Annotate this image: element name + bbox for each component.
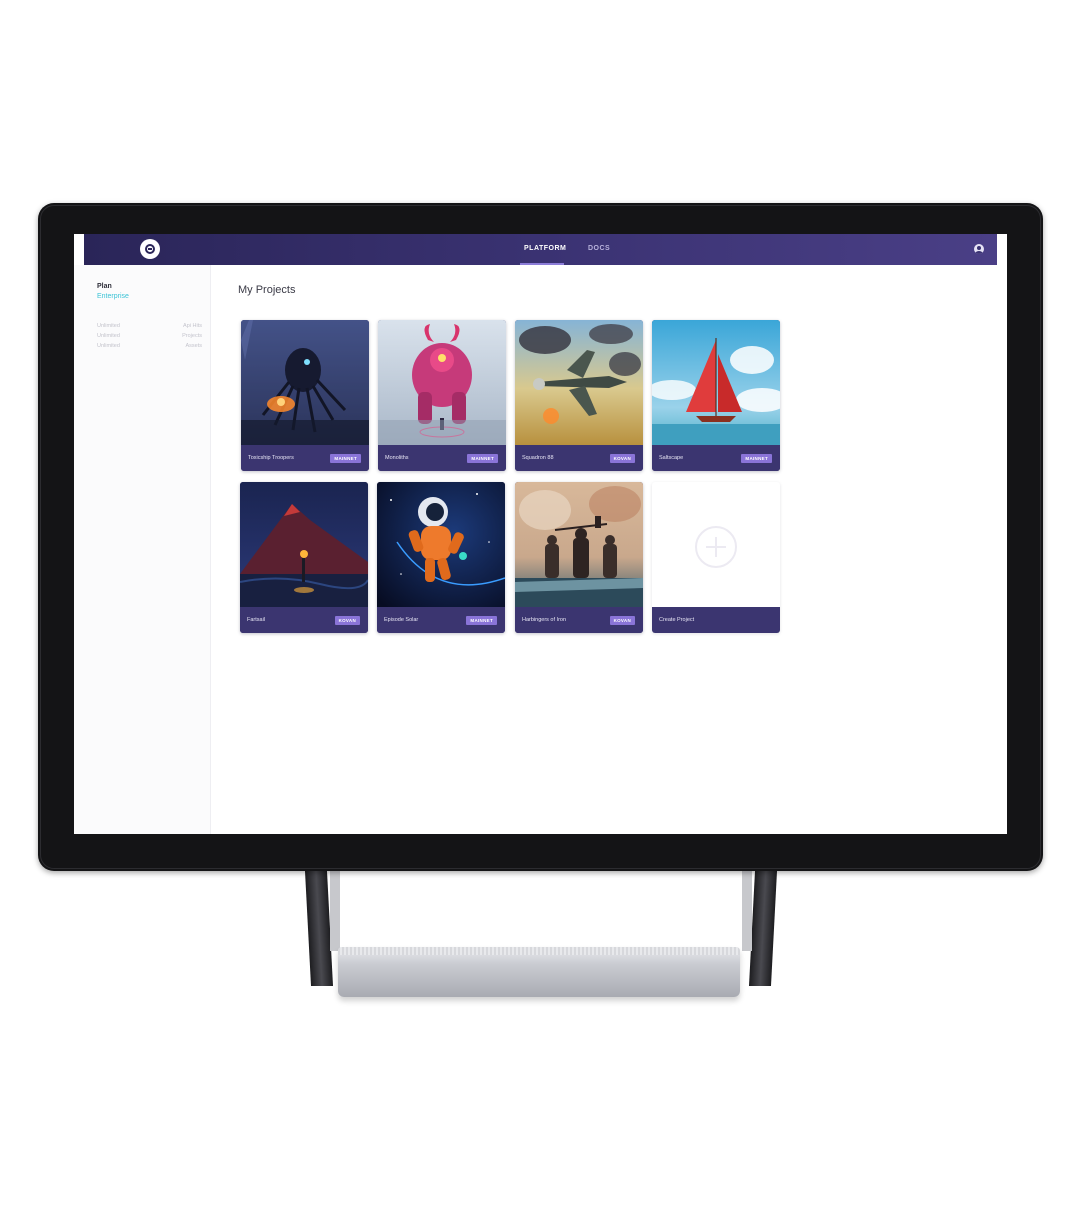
network-badge: KOVAN — [334, 615, 360, 625]
stat-value: Unlimited — [97, 323, 120, 329]
project-name: Monoliths — [385, 455, 409, 461]
astronaut-artwork — [377, 482, 505, 607]
project-name: Fartsail — [247, 617, 266, 623]
volcano-torch-artwork — [240, 482, 368, 607]
project-card[interactable]: Saltscape MAINNET — [652, 320, 780, 471]
stat-label: Assets — [185, 343, 202, 349]
stat-label: Api Hits — [183, 323, 202, 329]
project-card[interactable]: Toxicship Troopers MAINNET — [241, 320, 369, 471]
network-badge: KOVAN — [609, 453, 635, 463]
screen: PLATFORM DOCS Plan Enterprise Unlimited … — [74, 234, 1007, 834]
network-badge: KOVAN — [609, 615, 635, 625]
project-card[interactable]: Episode Solar MAINNET — [377, 482, 505, 633]
stat-row-api-hits: Unlimited Api Hits — [97, 323, 202, 329]
stand-arm-left — [304, 871, 334, 986]
red-sailboat-artwork — [652, 320, 780, 445]
project-name: Squadron 88 — [522, 455, 554, 461]
card-footer: Create Project — [652, 607, 780, 633]
create-project-card[interactable]: Create Project — [652, 482, 780, 633]
card-footer: Squadron 88 KOVAN — [515, 445, 643, 471]
card-footer: Monoliths MAINNET — [378, 445, 506, 471]
circled-e-logo[interactable] — [140, 239, 160, 259]
stat-row-projects: Unlimited Projects — [97, 333, 202, 339]
stat-row-assets: Unlimited Assets — [97, 343, 202, 349]
monitor-bezel: PLATFORM DOCS Plan Enterprise Unlimited … — [38, 203, 1043, 871]
card-footer: Toxicship Troopers MAINNET — [241, 445, 369, 471]
network-badge: MAINNET — [467, 453, 498, 463]
stat-value: Unlimited — [97, 333, 120, 339]
stat-label: Projects — [182, 333, 202, 339]
top-nav: PLATFORM DOCS — [84, 234, 997, 265]
project-card[interactable]: Squadron 88 KOVAN — [515, 320, 643, 471]
plan-value: Enterprise — [97, 293, 129, 300]
project-card[interactable]: Harbingers of Iron KOVAN — [515, 482, 643, 633]
project-card[interactable]: Monoliths MAINNET — [378, 320, 506, 471]
project-card[interactable]: Fartsail KOVAN — [240, 482, 368, 633]
project-name: Toxicship Troopers — [248, 455, 294, 461]
sidebar: Plan Enterprise Unlimited Api Hits Unlim… — [74, 265, 211, 834]
stat-value: Unlimited — [97, 343, 120, 349]
network-badge: MAINNET — [466, 615, 497, 625]
card-footer: Episode Solar MAINNET — [377, 607, 505, 633]
plus-circle-icon — [695, 526, 737, 568]
project-name: Episode Solar — [384, 617, 419, 623]
warplane-artwork — [515, 320, 643, 445]
project-name: Saltscape — [659, 455, 684, 461]
project-name: Harbingers of Iron — [522, 617, 567, 623]
network-badge: MAINNET — [741, 453, 772, 463]
create-project-label: Create Project — [659, 617, 695, 623]
warriors-artwork — [515, 482, 643, 607]
user-avatar-icon[interactable] — [974, 244, 984, 254]
stand-hinge-right — [742, 871, 752, 951]
tab-docs[interactable]: DOCS — [584, 234, 610, 265]
tab-platform[interactable]: PLATFORM — [520, 234, 566, 265]
monitor-base — [338, 947, 740, 997]
card-footer: Harbingers of Iron KOVAN — [515, 607, 643, 633]
network-badge: MAINNET — [330, 453, 361, 463]
stand-arm-right — [748, 871, 778, 986]
card-footer: Fartsail KOVAN — [240, 607, 368, 633]
page-title: My Projects — [238, 284, 296, 296]
stand-hinge-left — [330, 871, 340, 951]
card-footer: Saltscape MAINNET — [652, 445, 780, 471]
plan-label: Plan — [97, 283, 112, 290]
spider-mech-artwork — [241, 320, 369, 445]
pink-monster-artwork — [378, 320, 506, 445]
